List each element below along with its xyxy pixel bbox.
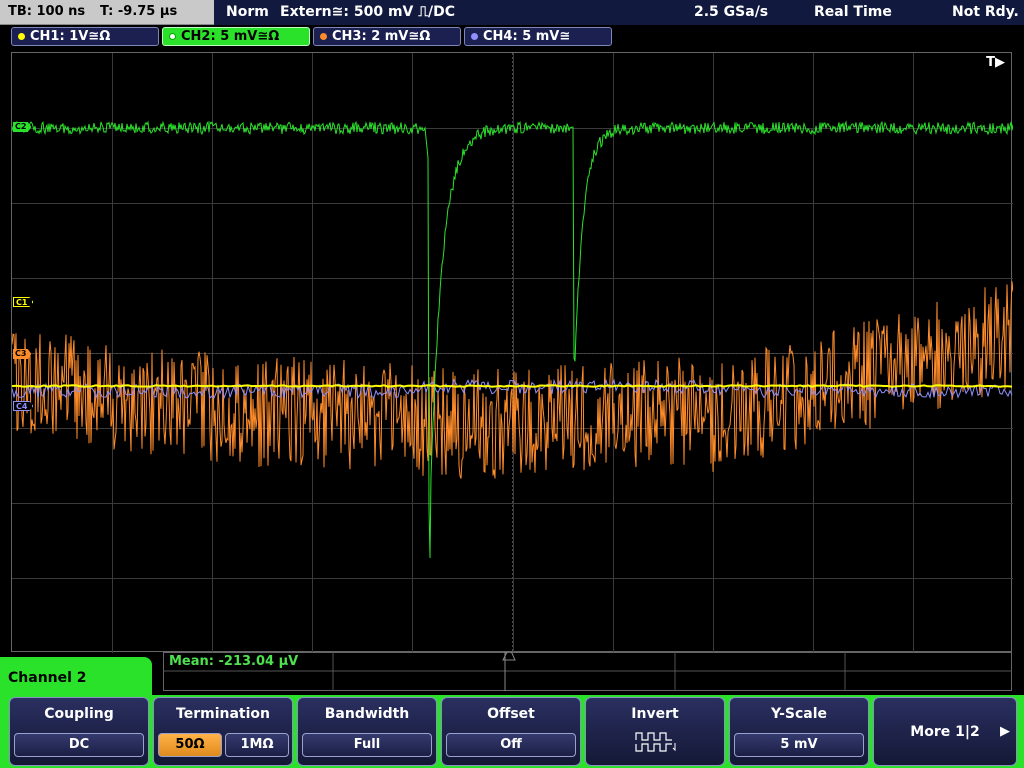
channel-2-tab[interactable]: CH2: 5 mV≅Ω — [162, 27, 310, 46]
acquisition-mode: Real Time — [814, 4, 892, 20]
channel-1-tab[interactable]: CH1: 1V≅Ω — [11, 27, 159, 46]
timebase-label: TB: 100 ns — [8, 4, 86, 19]
channel-4-offset-marker[interactable]: C4 — [13, 401, 34, 411]
coupling-softkey[interactable]: Coupling DC — [9, 697, 149, 766]
channel-2-menu-tab[interactable]: Channel 2 — [0, 657, 152, 702]
bandwidth-title: Bandwidth — [324, 706, 410, 722]
channel-4-label: CH4: 5 mV≅ — [483, 29, 571, 44]
channel-1-label: CH1: 1V≅Ω — [30, 29, 111, 44]
channel-1-dot-icon — [18, 33, 25, 40]
channel-3-dot-icon — [320, 33, 327, 40]
bandwidth-softkey[interactable]: Bandwidth Full — [297, 697, 437, 766]
channel-3-tab[interactable]: CH3: 2 mV≅Ω — [313, 27, 461, 46]
channel-4-tab[interactable]: CH4: 5 mV≅ — [464, 27, 612, 46]
waveform-canvas — [12, 53, 1013, 653]
invert-waveform-icon — [635, 732, 676, 752]
trigger-mode[interactable]: Norm — [226, 4, 269, 20]
mean-measurement: Mean: -213.04 µV — [169, 654, 299, 669]
y-scale-softkey[interactable]: Y-Scale 5 mV — [729, 697, 869, 766]
trigger-time-label: T: -9.75 µs — [100, 4, 178, 19]
channel-1-trace — [12, 384, 1013, 388]
waveform-display[interactable]: T▶ C2 C1 C3 C4 — [11, 52, 1013, 653]
y-scale-value[interactable]: 5 mV — [734, 733, 864, 757]
channel-3-offset-marker[interactable]: C3 — [13, 349, 32, 359]
coupling-value[interactable]: DC — [14, 733, 144, 757]
y-scale-title: Y-Scale — [770, 706, 827, 722]
channel-2-offset-marker[interactable]: C2 — [13, 122, 32, 132]
termination-50-ohm-option[interactable]: 50Ω — [158, 733, 222, 757]
timebase-box[interactable]: TB: 100 ns T: -9.75 µs — [0, 0, 214, 25]
next-page-arrow-icon: ▶ — [1000, 724, 1010, 739]
acquisition-status: Not Rdy. — [952, 4, 1019, 20]
invert-softkey[interactable]: Invert — [585, 697, 725, 766]
offset-title: Offset — [487, 706, 535, 722]
trigger-source[interactable]: Extern≅: 500 mV ⎍/DC — [280, 4, 455, 20]
offset-softkey[interactable]: Offset Off — [441, 697, 581, 766]
termination-1m-ohm-option[interactable]: 1MΩ — [225, 733, 289, 757]
channel-2-dot-icon — [169, 33, 176, 40]
sample-rate: 2.5 GSa/s — [694, 4, 769, 20]
trigger-position-icon: T▶ — [986, 55, 1005, 70]
channel-1-offset-marker[interactable]: C1 — [13, 297, 34, 307]
termination-softkey[interactable]: Termination 50Ω 1MΩ — [153, 697, 293, 766]
bandwidth-value[interactable]: Full — [302, 733, 432, 757]
channel-4-dot-icon — [471, 33, 478, 40]
status-bar: TB: 100 ns T: -9.75 µs Norm Extern≅: 500… — [0, 0, 1024, 25]
more-title: More 1|2 — [910, 724, 980, 740]
offset-value[interactable]: Off — [446, 733, 576, 757]
channel-3-label: CH3: 2 mV≅Ω — [332, 29, 431, 44]
coupling-title: Coupling — [44, 706, 114, 722]
channel-2-label: CH2: 5 mV≅Ω — [181, 29, 280, 44]
more-softkey[interactable]: More 1|2 ▶ — [873, 697, 1017, 766]
menu-title: Channel 2 — [8, 670, 87, 686]
invert-title: Invert — [631, 706, 679, 722]
termination-title: Termination — [176, 706, 270, 722]
channel-2-trace — [12, 120, 1013, 559]
